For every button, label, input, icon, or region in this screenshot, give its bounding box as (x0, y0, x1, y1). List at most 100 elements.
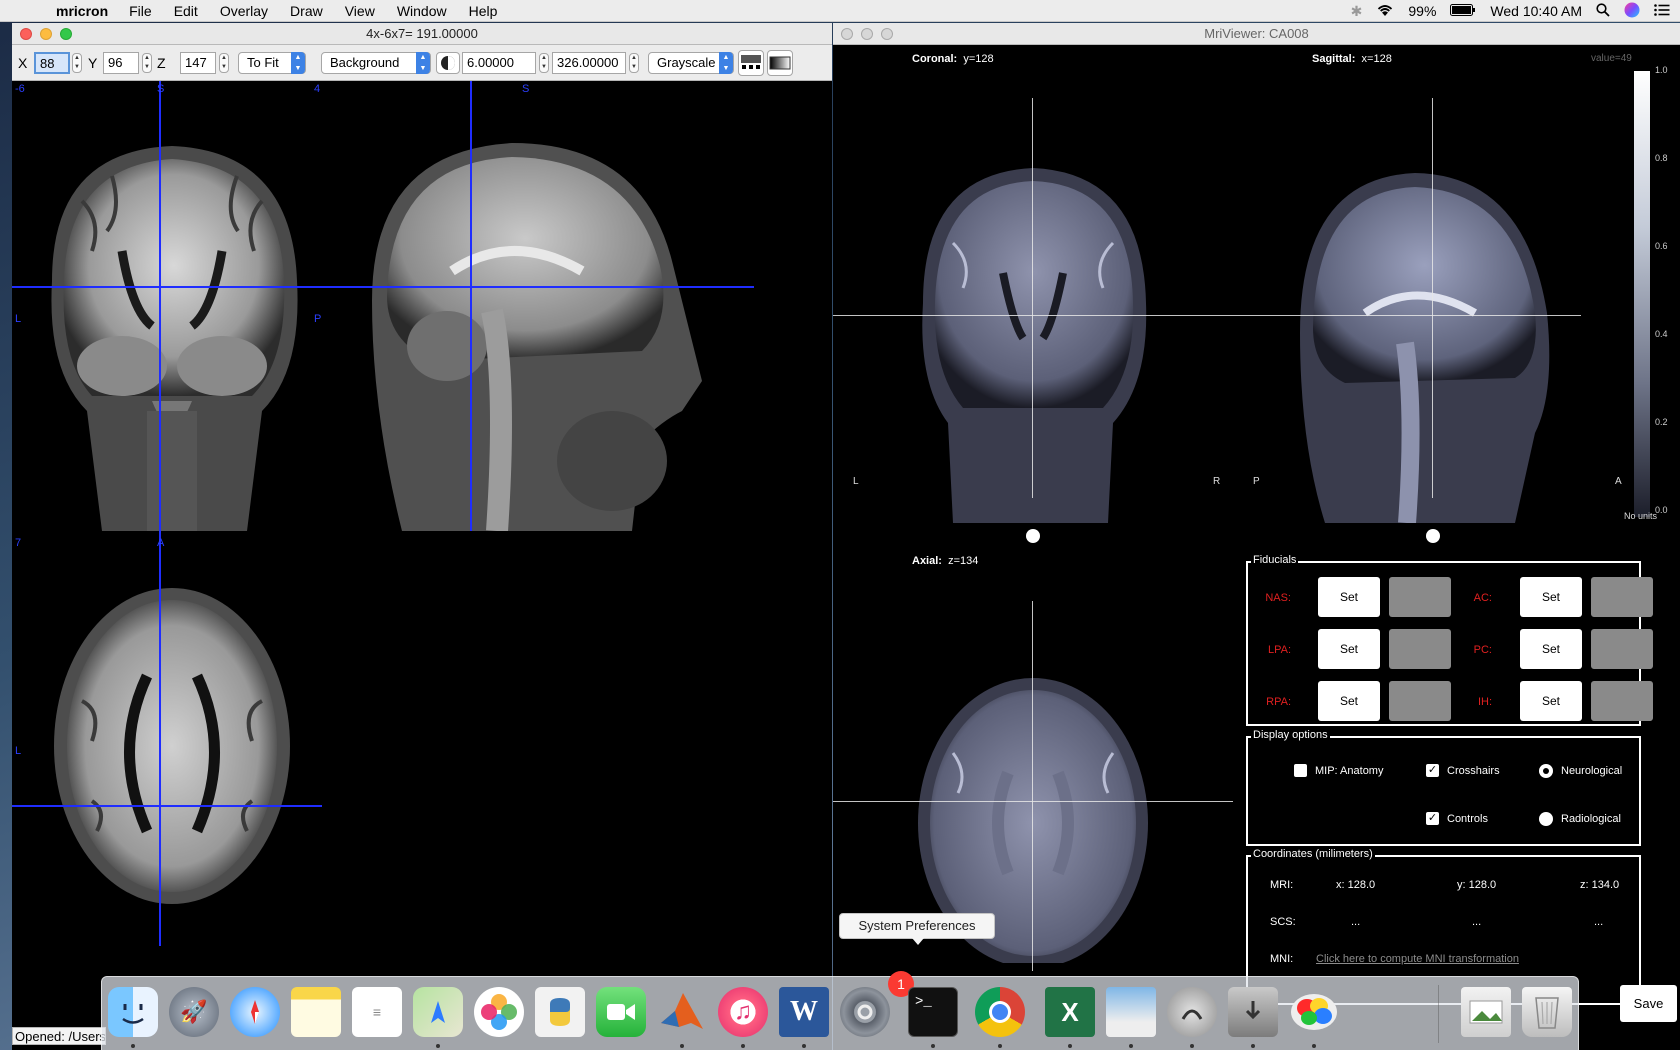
set-pc-button[interactable]: Set (1520, 629, 1582, 669)
disk-utility-icon[interactable] (1167, 987, 1217, 1037)
terminal-icon[interactable]: >_ (908, 987, 958, 1037)
photos-icon[interactable] (474, 987, 524, 1037)
x-coordinate-input[interactable]: 88 (34, 52, 70, 74)
z-coordinate-input[interactable]: 147 (180, 52, 216, 74)
min-intensity-input[interactable]: 6.00000 (462, 52, 536, 74)
background-layer-select[interactable]: Background ▲ ▼ (321, 52, 431, 74)
ac-label: AC: (1473, 592, 1492, 604)
python-icon[interactable] (535, 987, 585, 1037)
x-stepper[interactable]: ▲ ▼ (72, 53, 82, 73)
zoom-select[interactable]: To Fit ▲ ▼ (238, 52, 306, 74)
menu-window[interactable]: Window (386, 3, 458, 19)
coronal-slice-image[interactable] (12, 81, 332, 531)
y-coordinate-input[interactable]: 96 (103, 52, 139, 74)
menu-file[interactable]: File (118, 3, 163, 19)
menu-help[interactable]: Help (458, 3, 509, 19)
mriviewer-titlebar[interactable]: MriViewer: CA008 (833, 23, 1680, 45)
clock[interactable]: Wed 10:40 AM (1490, 3, 1582, 19)
menu-overlay[interactable]: Overlay (209, 3, 279, 19)
controls-option[interactable]: ✓ Controls (1426, 812, 1488, 825)
maps-running-indicator (436, 1044, 440, 1048)
compute-mni-link[interactable]: Click here to compute MNI transformation (1316, 953, 1519, 965)
word-running-indicator (802, 1044, 806, 1048)
mriviewer-minimize-button[interactable] (861, 28, 873, 40)
set-nas-button[interactable]: Set (1318, 577, 1380, 617)
mriviewer-close-button[interactable] (841, 28, 853, 40)
siri-icon[interactable] (1624, 2, 1640, 21)
dock-tooltip: System Preferences (839, 913, 995, 945)
notification-center-icon[interactable] (1654, 3, 1670, 19)
facetime-icon[interactable] (596, 987, 646, 1037)
axial-vertical-crosshair (159, 531, 161, 946)
system-preferences-icon[interactable] (840, 987, 890, 1037)
gradient-button[interactable] (767, 50, 793, 76)
battery-icon[interactable] (1450, 3, 1476, 19)
mricron-dock-icon[interactable] (1289, 987, 1339, 1037)
finder-running-indicator (131, 1044, 135, 1048)
sagittal-slice-image[interactable] (342, 81, 742, 531)
reminders-icon[interactable]: ≡ (352, 987, 402, 1037)
crosshairs-option[interactable]: ✓ Crosshairs (1426, 764, 1500, 777)
neurological-radio[interactable] (1539, 764, 1553, 778)
mricron-viewport[interactable]: -6 S L 4 S P 7 A L (12, 81, 832, 1050)
minimize-window-button[interactable] (40, 28, 52, 40)
max-intensity-stepper[interactable]: ▲ ▼ (629, 53, 639, 73)
min-intensity-stepper[interactable]: ▲ ▼ (539, 53, 549, 73)
auto-contrast-button[interactable] (436, 52, 460, 74)
menu-app-name[interactable]: mricron (44, 3, 118, 19)
radiological-radio[interactable] (1539, 812, 1553, 826)
pc-label: PC: (1473, 644, 1492, 656)
mriviewer-coronal-image[interactable] (913, 163, 1153, 523)
set-lpa-button[interactable]: Set (1318, 629, 1380, 669)
bluetooth-icon[interactable]: ✱ (1351, 3, 1363, 20)
set-ac-button[interactable]: Set (1520, 577, 1582, 617)
matlab-running-indicator (680, 1044, 684, 1048)
set-rpa-button[interactable]: Set (1318, 681, 1380, 721)
chrome-icon[interactable] (975, 987, 1025, 1037)
preview-icon[interactable] (1106, 987, 1156, 1037)
mricron-titlebar[interactable]: 4x-6x7= 191.00000 (12, 23, 832, 45)
disk-utility-running-indicator (1190, 1044, 1194, 1048)
maps-icon[interactable] (413, 987, 463, 1037)
pc-value-field (1591, 629, 1653, 669)
menu-view[interactable]: View (334, 3, 386, 19)
save-button[interactable]: Save (1620, 985, 1677, 1022)
axial-slice-image[interactable] (52, 581, 312, 911)
safari-icon[interactable] (230, 987, 280, 1037)
neurological-option[interactable]: Neurological (1539, 764, 1622, 778)
mriviewer-sagittal-image[interactable] (1285, 163, 1555, 523)
zoom-window-button[interactable] (60, 28, 72, 40)
crosshairs-checkbox[interactable]: ✓ (1426, 764, 1439, 777)
mip-anatomy-label: MIP: Anatomy (1315, 764, 1384, 777)
max-intensity-input[interactable]: 326.00000 (552, 52, 626, 74)
word-icon[interactable]: W (779, 987, 829, 1037)
matlab-icon[interactable] (657, 987, 707, 1037)
excel-icon[interactable]: X (1045, 987, 1095, 1037)
radiological-option[interactable]: Radiological (1539, 812, 1621, 826)
mriviewer-zoom-button[interactable] (881, 28, 893, 40)
itunes-icon[interactable]: ♫ (718, 987, 768, 1037)
sagittal-slice-slider[interactable] (1426, 529, 1440, 543)
close-window-button[interactable] (20, 28, 32, 40)
trash-icon[interactable] (1522, 987, 1572, 1037)
wifi-icon[interactable] (1376, 3, 1394, 20)
launchpad-icon[interactable]: 🚀 (169, 987, 219, 1037)
image-file-icon[interactable] (1461, 987, 1511, 1037)
controls-checkbox[interactable]: ✓ (1426, 812, 1439, 825)
menu-edit[interactable]: Edit (163, 3, 209, 19)
mip-anatomy-checkbox[interactable] (1294, 764, 1307, 777)
sagittal-anterior-marker: A (1615, 476, 1622, 487)
spotlight-search-icon[interactable] (1596, 2, 1610, 20)
sagittal-view-value: x=128 (1361, 53, 1392, 65)
notes-icon[interactable] (291, 987, 341, 1037)
y-stepper[interactable]: ▲ ▼ (142, 53, 152, 73)
colorbar-toggle-button[interactable] (738, 50, 764, 76)
colormap-select[interactable]: Grayscale ▲ ▼ (648, 52, 734, 74)
coronal-slice-slider[interactable] (1026, 529, 1040, 543)
mip-anatomy-option[interactable]: MIP: Anatomy (1294, 764, 1383, 777)
z-stepper[interactable]: ▲ ▼ (219, 53, 229, 73)
menu-draw[interactable]: Draw (279, 3, 334, 19)
set-ih-button[interactable]: Set (1520, 681, 1582, 721)
installer-icon[interactable] (1228, 987, 1278, 1037)
finder-icon[interactable] (108, 987, 158, 1037)
